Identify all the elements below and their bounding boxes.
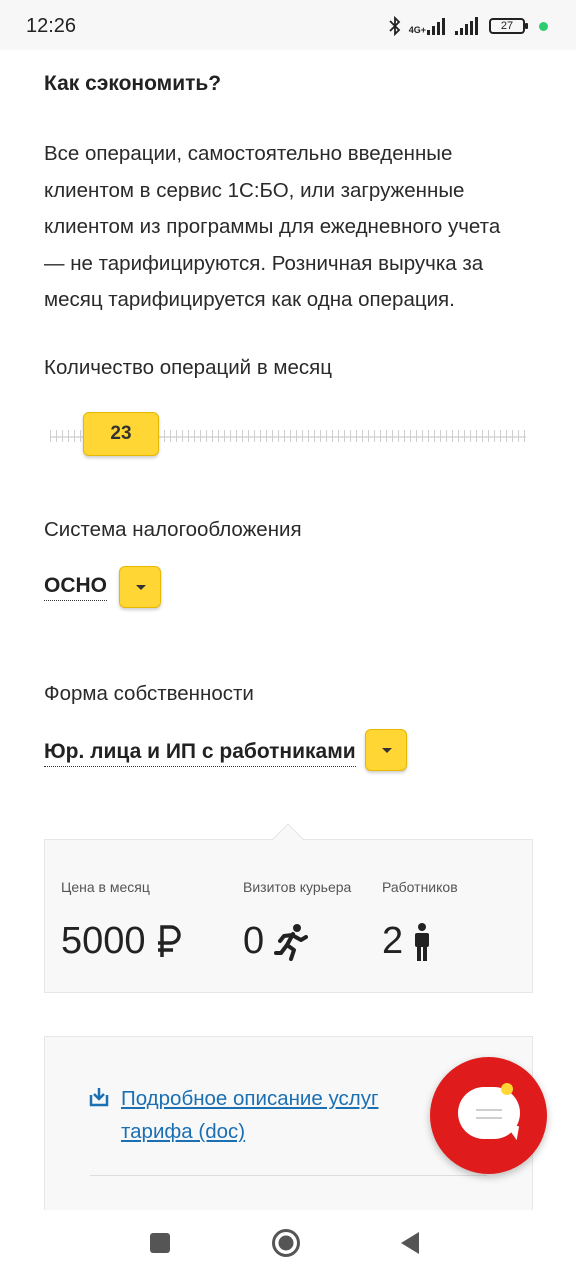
ownership-label: Форма собственности	[44, 682, 254, 705]
section-heading: Как сэкономить?	[44, 72, 222, 95]
courier-label: Визитов курьера	[243, 879, 352, 895]
workers-label: Работников	[382, 879, 458, 895]
chat-line	[476, 1117, 502, 1119]
workers-value: 2	[382, 920, 404, 962]
signal-icon	[455, 17, 481, 35]
chat-line	[476, 1109, 502, 1111]
running-person-icon	[274, 923, 309, 961]
tariff-summary-panel: Цена в месяц 5000 Визитов курьера 0 Рабо…	[44, 823, 533, 993]
ownership-dropdown-button[interactable]	[365, 729, 407, 771]
download-icon[interactable]	[89, 1087, 109, 1112]
status-bar: 12:26 4G+ 27	[0, 0, 576, 50]
signal-4g-icon: 4G+	[409, 17, 447, 35]
price-value: 5000	[61, 920, 146, 962]
courier-value-group: 0	[243, 920, 309, 963]
back-icon	[398, 1231, 422, 1260]
divider	[90, 1175, 487, 1176]
privacy-indicator-dot	[539, 21, 548, 31]
chat-bubble-tail	[502, 1123, 520, 1141]
network-type-label: 4G+	[408, 25, 426, 35]
home-icon	[271, 1228, 301, 1263]
page-content: Как сэкономить? Все операции, самостояте…	[0, 50, 576, 1210]
price-value-group: 5000	[61, 920, 182, 963]
ownership-value[interactable]: Юр. лица и ИП с работниками	[44, 740, 356, 767]
ruble-icon	[156, 924, 182, 959]
status-icons: 4G+ 27	[389, 14, 548, 38]
operations-label: Количество операций в месяц	[44, 356, 333, 379]
person-icon	[413, 922, 431, 961]
system-nav-bar	[0, 1210, 576, 1280]
price-label: Цена в месяц	[61, 879, 150, 895]
panel-notch	[272, 823, 304, 855]
tax-system-dropdown-button[interactable]	[119, 566, 161, 608]
notification-dot	[501, 1083, 513, 1095]
recent-apps-button[interactable]	[143, 1228, 177, 1262]
recent-apps-icon	[149, 1232, 171, 1259]
courier-value: 0	[243, 920, 265, 962]
savings-description: Все операции, самостоятельно введенные к…	[44, 142, 501, 311]
tariff-description-link[interactable]: Подробное описание услуг тарифа (doc)	[121, 1082, 401, 1148]
tax-system-label: Система налогообложения	[44, 518, 302, 541]
battery-icon: 27	[489, 18, 528, 34]
back-button[interactable]	[393, 1228, 427, 1262]
tax-system-value[interactable]: ОСНО	[44, 574, 107, 601]
workers-value-group: 2	[382, 920, 431, 963]
slider-handle[interactable]: 23	[83, 412, 159, 456]
bluetooth-icon	[389, 16, 401, 36]
operations-slider[interactable]: 23	[50, 410, 526, 460]
status-time: 12:26	[26, 15, 77, 37]
home-button[interactable]	[269, 1228, 303, 1262]
chat-button[interactable]	[430, 1057, 547, 1174]
